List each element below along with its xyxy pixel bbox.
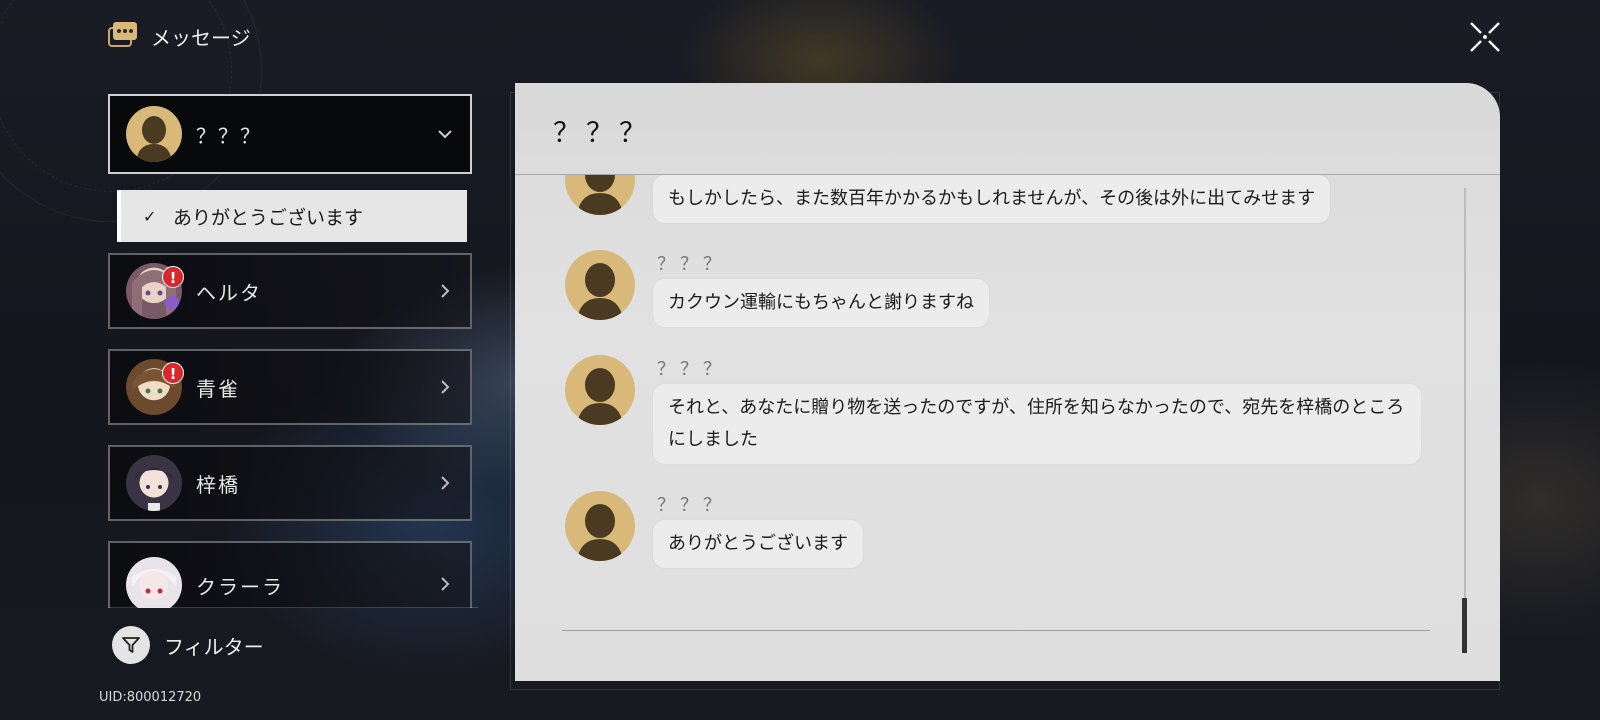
contact-name: 梓橋 (196, 472, 240, 497)
contact-item-herta[interactable]: ヘルタ (108, 253, 472, 329)
message-bubble: もしかしたら、また数百年かかるかもしれませんが、その後は外に出てみせます (653, 175, 1331, 223)
chat-title: ？？？ (553, 118, 652, 149)
contact-name: ？？？ (196, 123, 262, 148)
contact-item-zi-qiao[interactable]: 梓橋 (108, 445, 472, 521)
chevron-right-icon (441, 380, 450, 394)
chat-bottom-divider (562, 630, 1430, 631)
message-sender: ？？？ (657, 359, 726, 380)
conversation-subitem[interactable]: ✓ ありがとうございます (117, 190, 467, 242)
message-bubble: それと、あなたに贈り物を送ったのですが、住所を知らなかったので、宛先を梓橋のとこ… (653, 384, 1421, 464)
contact-name: クラーラ (196, 575, 284, 599)
user-id: UID:800012720 (99, 690, 202, 705)
chevron-right-icon (441, 577, 450, 591)
message-list[interactable]: もしかしたら、また数百年かかるかもしれませんが、その後は外に出てみせます ？？？… (515, 175, 1500, 645)
contact-name: 青雀 (196, 376, 240, 401)
alert-badge: ! (162, 362, 184, 384)
chat-panel: ？？？ もしかしたら、また数百年かかるかもしれませんが、その後は外に出てみせます… (515, 83, 1500, 681)
filter-label: フィルター (164, 634, 264, 659)
filter-icon (112, 626, 150, 664)
contact-item-clara[interactable]: クラーラ (108, 541, 472, 608)
page-header: メッセージ (107, 20, 251, 52)
clara-avatar (126, 557, 182, 608)
message-bubble: カクウン運輸にもちゃんと謝りますね (653, 279, 989, 327)
page-title: メッセージ (151, 25, 251, 50)
contact-item-qingque[interactable]: 青雀 (108, 349, 472, 425)
contact-item-unknown[interactable]: ？？？ (108, 94, 472, 174)
check-icon: ✓ (143, 206, 157, 226)
silhouette-avatar (565, 491, 635, 561)
scrollbar-track[interactable] (1464, 188, 1466, 645)
alert-badge: ! (162, 266, 184, 288)
scrollbar-thumb[interactable] (1462, 598, 1467, 653)
silhouette-avatar (126, 106, 182, 162)
contact-name: ヘルタ (196, 280, 262, 305)
close-icon (1470, 22, 1500, 52)
silhouette-avatar (565, 355, 635, 425)
close-button[interactable] (1468, 20, 1502, 54)
list-divider (108, 607, 478, 608)
chevron-right-icon (441, 476, 450, 490)
chevron-right-icon (441, 284, 450, 298)
conversation-subitem-label: ありがとうございます (173, 206, 364, 229)
message-sender: ？？？ (657, 254, 726, 275)
message-bubble: ありがとうございます (653, 520, 863, 568)
filter-button[interactable]: フィルター (112, 626, 264, 664)
message-sender: ？？？ (657, 495, 726, 516)
chevron-down-icon (438, 130, 452, 139)
silhouette-avatar (565, 250, 635, 320)
chat-bubble-icon (107, 20, 139, 52)
zi-qiao-avatar (126, 455, 182, 511)
silhouette-avatar (565, 175, 635, 215)
